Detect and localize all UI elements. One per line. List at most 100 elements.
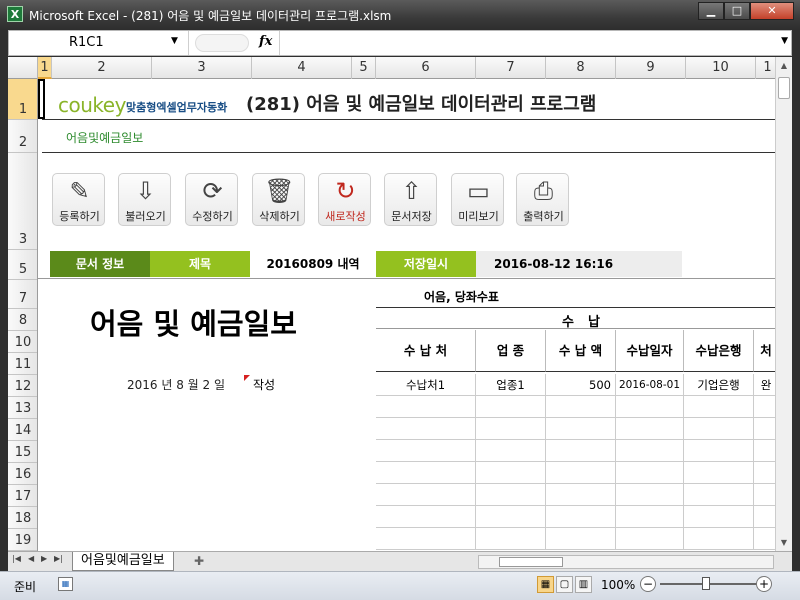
table-cell[interactable]	[476, 462, 546, 484]
row-header[interactable]: 2	[8, 120, 37, 153]
table-cell[interactable]	[684, 506, 754, 528]
minimize-button[interactable]: ▁	[698, 2, 724, 20]
row-header[interactable]: 5	[8, 250, 37, 280]
row-header[interactable]: 13	[8, 397, 37, 419]
row-header[interactable]: 3	[8, 153, 37, 250]
sheet-tab[interactable]: 어음및예금일보	[72, 552, 174, 571]
formula-input[interactable]	[279, 31, 773, 55]
new-sheet-icon[interactable]: ✚	[194, 554, 204, 568]
sheet-link[interactable]: 어음및예금일보	[66, 129, 143, 146]
table-cell[interactable]	[476, 484, 546, 506]
chevron-down-icon[interactable]: ▼	[171, 36, 178, 46]
table-cell[interactable]	[376, 418, 476, 440]
row-header[interactable]: 8	[8, 309, 37, 331]
row-header[interactable]: 7	[8, 280, 37, 309]
table-cell[interactable]	[376, 440, 476, 462]
table-cell[interactable]	[476, 528, 546, 550]
column-header[interactable]: 5	[352, 57, 376, 79]
formula-buttons[interactable]	[195, 34, 249, 52]
table-cell[interactable]	[754, 396, 775, 418]
scroll-down-icon[interactable]: ▼	[776, 534, 792, 551]
table-cell[interactable]	[546, 418, 616, 440]
zoom-out-icon[interactable]: −	[640, 576, 656, 592]
table-cell[interactable]: 2016-08-01	[616, 374, 684, 396]
table-cell[interactable]	[376, 528, 476, 550]
table-cell[interactable]	[376, 506, 476, 528]
table-cell[interactable]	[616, 484, 684, 506]
table-cell[interactable]	[684, 418, 754, 440]
preview-button[interactable]: ▭ 미리보기	[451, 173, 504, 226]
row-header[interactable]: 19	[8, 529, 37, 551]
column-header[interactable]: 3	[152, 57, 252, 79]
table-cell[interactable]: 수납처1	[376, 374, 476, 396]
table-cell[interactable]	[616, 462, 684, 484]
table-cell[interactable]	[616, 506, 684, 528]
close-button[interactable]: ✕	[750, 2, 794, 20]
zoom-slider-thumb[interactable]	[702, 577, 710, 590]
table-cell[interactable]: 500	[546, 374, 616, 396]
scroll-thumb[interactable]	[778, 77, 790, 99]
select-all-corner[interactable]	[8, 57, 38, 79]
prev-sheet-icon[interactable]: ◀	[28, 554, 34, 563]
table-cell[interactable]	[476, 396, 546, 418]
table-cell[interactable]	[376, 462, 476, 484]
page-layout-icon[interactable]: ▢	[556, 576, 573, 593]
row-header[interactable]: 18	[8, 507, 37, 529]
row-header[interactable]: 14	[8, 419, 37, 441]
row-header[interactable]: 1	[8, 79, 37, 120]
date-line[interactable]: 2016 년 8 월 2 일	[127, 376, 225, 393]
print-button[interactable]: ⎙ 출력하기	[516, 173, 569, 226]
column-header[interactable]: 6	[376, 57, 476, 79]
scroll-up-icon[interactable]: ▲	[776, 57, 792, 74]
table-cell[interactable]	[684, 484, 754, 506]
row-header[interactable]: 12	[8, 375, 37, 397]
row-header[interactable]: 11	[8, 353, 37, 375]
table-cell[interactable]	[684, 440, 754, 462]
table-cell[interactable]	[546, 528, 616, 550]
scroll-thumb[interactable]	[499, 557, 563, 567]
table-cell[interactable]	[616, 440, 684, 462]
column-header[interactable]: 2	[52, 57, 152, 79]
row-header[interactable]: 17	[8, 485, 37, 507]
load-button[interactable]: ⇩ 불러오기	[118, 173, 171, 226]
first-sheet-icon[interactable]: |◀	[12, 554, 21, 563]
table-cell[interactable]	[376, 484, 476, 506]
zoom-level[interactable]: 100%	[601, 578, 635, 592]
save-document-button[interactable]: ⇧ 문서저장	[384, 173, 437, 226]
maximize-button[interactable]: □	[724, 2, 750, 20]
table-cell[interactable]	[754, 418, 775, 440]
table-cell[interactable]	[546, 462, 616, 484]
name-box[interactable]: R1C1 ▼	[9, 31, 189, 55]
table-cell[interactable]	[684, 462, 754, 484]
table-cell[interactable]	[754, 440, 775, 462]
edit-button[interactable]: ⟳ 수정하기	[185, 173, 238, 226]
row-header[interactable]: 10	[8, 331, 37, 353]
table-cell[interactable]	[754, 528, 775, 550]
vertical-scrollbar[interactable]: ▲ ▼	[775, 57, 792, 551]
expand-formula-icon[interactable]: ▼	[781, 36, 788, 46]
table-cell[interactable]	[616, 396, 684, 418]
column-header[interactable]: 7	[476, 57, 546, 79]
zoom-in-icon[interactable]: +	[756, 576, 772, 592]
table-cell[interactable]	[376, 396, 476, 418]
table-cell[interactable]	[476, 506, 546, 528]
row-header[interactable]: 16	[8, 463, 37, 485]
row-header[interactable]: 15	[8, 441, 37, 463]
page-break-icon[interactable]: ▥	[575, 576, 592, 593]
title-value[interactable]: 20160809 내역	[250, 251, 376, 277]
register-button[interactable]: ✎ 등록하기	[52, 173, 105, 226]
column-header[interactable]: 8	[546, 57, 616, 79]
table-cell[interactable]: 기업은행	[684, 374, 754, 396]
table-cell[interactable]	[546, 396, 616, 418]
table-cell[interactable]: 업종1	[476, 374, 546, 396]
table-cell[interactable]	[616, 418, 684, 440]
table-cell[interactable]	[754, 506, 775, 528]
new-button[interactable]: ↻ 새로작성	[318, 173, 371, 226]
table-cell[interactable]: 완	[754, 374, 775, 396]
column-header[interactable]: 10	[686, 57, 756, 79]
table-cell[interactable]	[754, 462, 775, 484]
table-cell[interactable]	[546, 484, 616, 506]
normal-view-icon[interactable]: ▦	[537, 576, 554, 593]
table-cell[interactable]	[476, 440, 546, 462]
worksheet[interactable]: coukey 맞춤형엑셀업무자동화 (281) 어음 및 예금일보 데이터관리 …	[38, 79, 775, 551]
